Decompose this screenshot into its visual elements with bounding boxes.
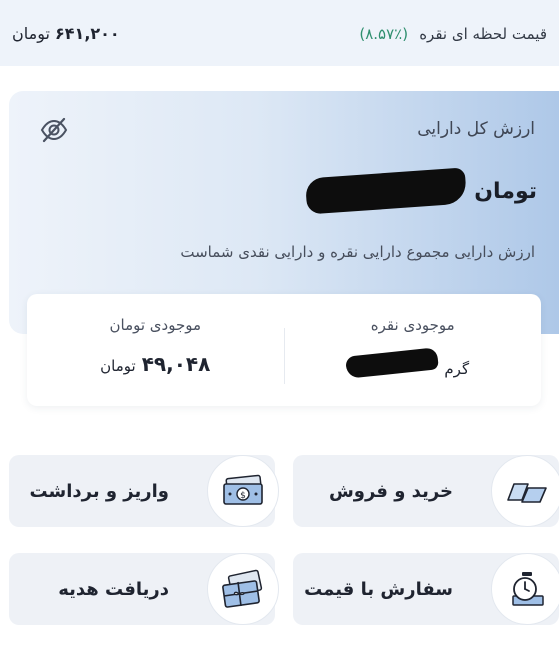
silver-balance-title: موجودی نقره [370,316,455,334]
price-value-group: ۶۴۱,۲۰۰ تومان [12,24,120,43]
price-order-button[interactable]: سفارش با قیمت [293,553,559,625]
buy-sell-button[interactable]: خرید و فروش [293,455,559,527]
silver-price-bar: قیمت لحظه ای نقره (٪۸.۵۷) ۶۴۱,۲۰۰ تومان [0,0,559,66]
silver-bars-icon [507,483,547,503]
action-label: خرید و فروش [328,480,453,502]
toman-balance-currency: تومان [100,357,136,375]
price-change-percent: (٪۸.۵۷) [359,24,409,43]
toman-balance-value: ۴۹,۰۴۸ تومان [100,352,210,376]
redacted-value [305,167,468,215]
action-label: واریز و برداشت [29,480,169,502]
toman-balance-amount: ۴۹,۰۴۸ [141,352,211,376]
total-assets-description: ارزش دارایی مجموع دارایی نقره و دارایی ن… [180,243,535,261]
receive-gift-button[interactable]: دریافت هدیه [9,553,279,625]
action-icon-circle [491,553,559,625]
total-assets-currency: تومان [474,178,537,204]
price-label-group: قیمت لحظه ای نقره (٪۸.۵۷) [359,24,547,43]
total-assets-title: ارزش کل دارایی [417,119,535,139]
action-icon-circle: $ [207,455,279,527]
silver-balance: موجودی نقره گرم [285,294,542,406]
price-value: ۶۴۱,۲۰۰ [55,23,120,43]
toman-balance-title: موجودی تومان [109,316,202,334]
total-assets-amount: تومان [305,167,537,215]
gift-card-icon [222,569,263,608]
action-icon-circle [207,553,279,625]
deposit-withdraw-button[interactable]: $ واریز و برداشت [9,455,279,527]
cash-icon: $ [223,474,263,505]
silver-balance-value: گرم [345,347,470,379]
eye-off-icon[interactable] [39,115,69,145]
action-label: سفارش با قیمت [304,578,453,600]
svg-text:$: $ [240,491,246,501]
balances-card: موجودی نقره گرم موجودی تومان ۴۹,۰۴۸ توما… [27,294,541,406]
action-icon-circle [491,455,559,527]
price-label: قیمت لحظه ای نقره [419,24,547,43]
silver-balance-unit: گرم [444,360,470,378]
action-label: دریافت هدیه [58,578,169,600]
timer-icon [512,572,544,606]
redacted-value [345,347,440,379]
toman-balance: موجودی تومان ۴۹,۰۴۸ تومان [27,294,284,406]
price-currency: تومان [12,23,50,43]
